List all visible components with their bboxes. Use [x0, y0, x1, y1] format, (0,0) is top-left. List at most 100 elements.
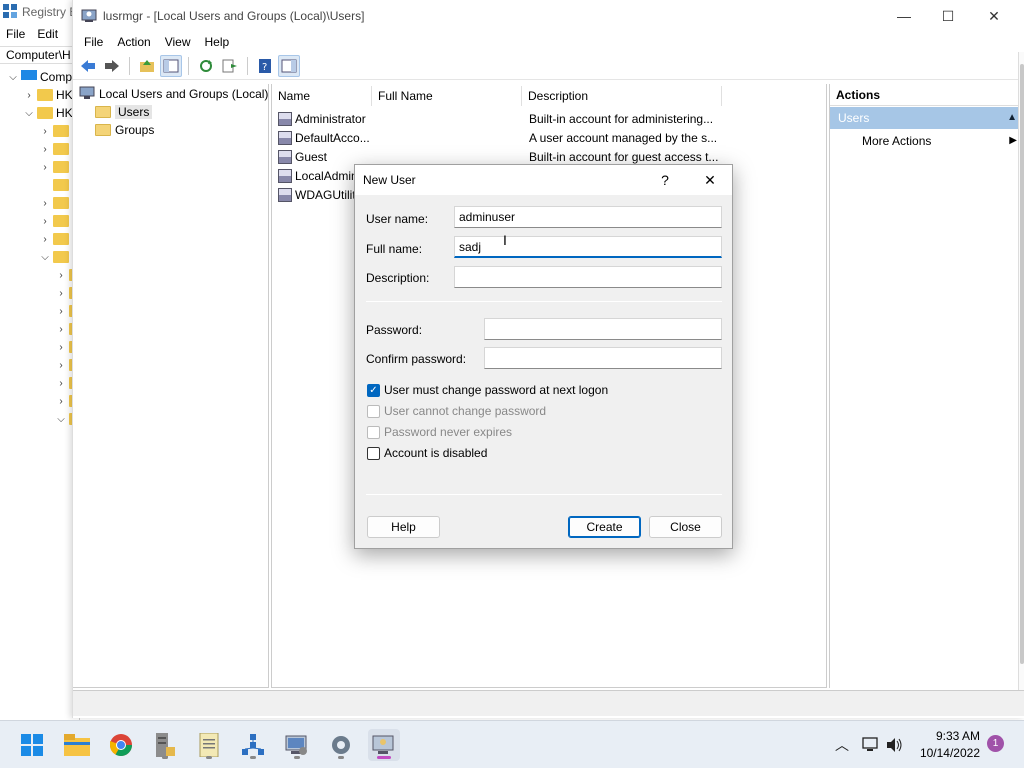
chevron-right-icon[interactable]: ›: [56, 288, 66, 299]
chevron-right-icon[interactable]: ›: [40, 198, 50, 209]
regedit-address-bar[interactable]: Computer\H: [0, 46, 79, 64]
dialog-help-button[interactable]: ?: [649, 165, 681, 195]
chevron-right-icon[interactable]: ›: [40, 162, 50, 173]
description-input[interactable]: [454, 266, 722, 288]
chevron-right-icon[interactable]: ›: [56, 396, 66, 407]
regedit-menu-edit[interactable]: Edit: [37, 27, 58, 41]
maximize-button[interactable]: ☐: [925, 0, 971, 32]
tree-item-users[interactable]: Users: [95, 103, 153, 121]
forward-arrow-icon[interactable]: [101, 55, 123, 77]
chevron-down-icon[interactable]: ⌵: [8, 72, 18, 83]
chevron-right-icon[interactable]: ›: [40, 234, 50, 245]
regedit-tree-key[interactable]: ›: [40, 140, 69, 158]
system-clock[interactable]: 9:33 AM 10/14/2022: [900, 728, 980, 762]
regedit-tree-key[interactable]: [40, 176, 69, 194]
vertical-scrollbar[interactable]: [1018, 52, 1024, 690]
regedit-tree-key[interactable]: ›: [40, 212, 69, 230]
notepad-icon[interactable]: [193, 729, 225, 761]
list-item[interactable]: WDAGUtilit: [278, 185, 356, 204]
chevron-right-icon[interactable]: ›: [40, 216, 50, 227]
regedit-tree-key[interactable]: ⌵: [40, 248, 69, 266]
regedit-tree-key[interactable]: ›: [40, 230, 69, 248]
chrome-icon[interactable]: [105, 729, 137, 761]
regedit-tree-key[interactable]: ›: [40, 122, 69, 140]
close-window-button[interactable]: ✕: [971, 0, 1017, 32]
list-item[interactable]: LocalAdmin: [278, 166, 358, 185]
regedit-tree-key[interactable]: ›: [40, 158, 69, 176]
menubar: File Action View Help: [73, 32, 1024, 52]
tree-root-local-users-groups[interactable]: Local Users and Groups (Local): [79, 85, 268, 103]
account-disabled-checkbox[interactable]: Account is disabled: [367, 446, 487, 460]
chevron-right-icon[interactable]: ›: [56, 342, 66, 353]
server-manager-icon[interactable]: [149, 729, 181, 761]
back-arrow-icon[interactable]: [77, 55, 99, 77]
list-item[interactable]: DefaultAcco... A user account managed by…: [278, 128, 717, 147]
chevron-down-icon[interactable]: ⌵: [24, 108, 34, 119]
user-icon: [278, 130, 292, 145]
dialog-close-icon[interactable]: ✕: [694, 165, 726, 195]
network-icon[interactable]: [237, 729, 269, 761]
chevron-right-icon[interactable]: ›: [56, 306, 66, 317]
must-change-password-checkbox[interactable]: ✓ User must change password at next logo…: [367, 383, 608, 397]
regedit-hive-label: HK: [56, 88, 73, 102]
chevron-right-icon[interactable]: ›: [56, 324, 66, 335]
menu-action[interactable]: Action: [110, 35, 157, 49]
settings-icon[interactable]: [325, 729, 357, 761]
list-item[interactable]: Administrator Built-in account for admin…: [278, 109, 713, 128]
menu-help[interactable]: Help: [198, 35, 237, 49]
show-hide-console-tree-icon[interactable]: [160, 54, 182, 77]
checkmark-icon[interactable]: ✓: [367, 383, 380, 397]
minimize-button[interactable]: —: [881, 0, 927, 32]
regedit-tree-hive[interactable]: › HK: [24, 86, 73, 104]
chevron-right-icon[interactable]: ›: [56, 360, 66, 371]
notification-badge[interactable]: 1: [987, 735, 1004, 752]
lusrmgr-titlebar[interactable]: lusrmgr - [Local Users and Groups (Local…: [73, 0, 1024, 32]
help-button[interactable]: Help: [367, 516, 440, 538]
computer-icon: [21, 69, 37, 85]
network-status-icon[interactable]: [862, 721, 880, 768]
console-tree: Local Users and Groups (Local) Users Gro…: [73, 84, 269, 688]
help-icon[interactable]: ?: [254, 55, 276, 77]
tree-item-groups[interactable]: Groups: [95, 121, 154, 139]
scrollbar-thumb[interactable]: [1020, 64, 1024, 664]
actions-section-users[interactable]: Users ▲: [830, 107, 1024, 129]
registry-editor-titlebar[interactable]: Registry E: [0, 0, 79, 24]
column-header-full-name[interactable]: Full Name: [372, 86, 522, 106]
chevron-right-icon[interactable]: ›: [56, 378, 66, 389]
regedit-tree-key[interactable]: ›: [40, 194, 69, 212]
dialog-titlebar[interactable]: New User ? ✕: [355, 165, 732, 195]
start-icon[interactable]: [16, 729, 48, 761]
confirm-password-input[interactable]: [484, 347, 722, 369]
regedit-menu-file[interactable]: File: [6, 27, 25, 41]
list-item[interactable]: Guest Built-in account for guest access …: [278, 147, 718, 166]
folder-icon: [37, 107, 53, 119]
computer-management-icon[interactable]: [281, 729, 313, 761]
column-header-name[interactable]: Name: [272, 86, 372, 106]
chevron-down-icon[interactable]: ⌵: [40, 252, 50, 263]
chevron-right-icon[interactable]: ›: [40, 144, 50, 155]
up-folder-icon[interactable]: [136, 55, 158, 77]
refresh-icon[interactable]: [195, 55, 217, 77]
file-explorer-icon[interactable]: [61, 729, 93, 761]
column-header-description[interactable]: Description: [522, 86, 722, 106]
fullname-input[interactable]: [454, 236, 722, 258]
close-button[interactable]: Close: [649, 516, 722, 538]
more-actions-item[interactable]: More Actions ▶: [830, 129, 1024, 153]
menu-file[interactable]: File: [77, 35, 110, 49]
regedit-tree-root[interactable]: ⌵ Comp: [8, 68, 72, 86]
create-button[interactable]: Create: [568, 516, 641, 538]
password-input[interactable]: [484, 318, 722, 340]
show-hidden-icons-chevron-icon[interactable]: ︿: [835, 721, 849, 768]
lusrmgr-taskbar-icon[interactable]: [368, 729, 400, 761]
show-hide-action-pane-icon[interactable]: [278, 54, 300, 77]
regedit-tree-hive[interactable]: ⌵ HK: [24, 104, 72, 122]
export-list-icon[interactable]: [219, 55, 241, 77]
menu-view[interactable]: View: [158, 35, 198, 49]
collapse-triangle-icon[interactable]: ▲: [1007, 107, 1017, 129]
chevron-right-icon[interactable]: ›: [24, 90, 34, 101]
checkbox-box[interactable]: [367, 446, 380, 460]
chevron-right-icon[interactable]: ›: [40, 126, 50, 137]
chevron-right-icon[interactable]: ›: [56, 270, 66, 281]
username-input[interactable]: [454, 206, 722, 228]
chevron-down-icon[interactable]: ⌵: [56, 414, 66, 425]
